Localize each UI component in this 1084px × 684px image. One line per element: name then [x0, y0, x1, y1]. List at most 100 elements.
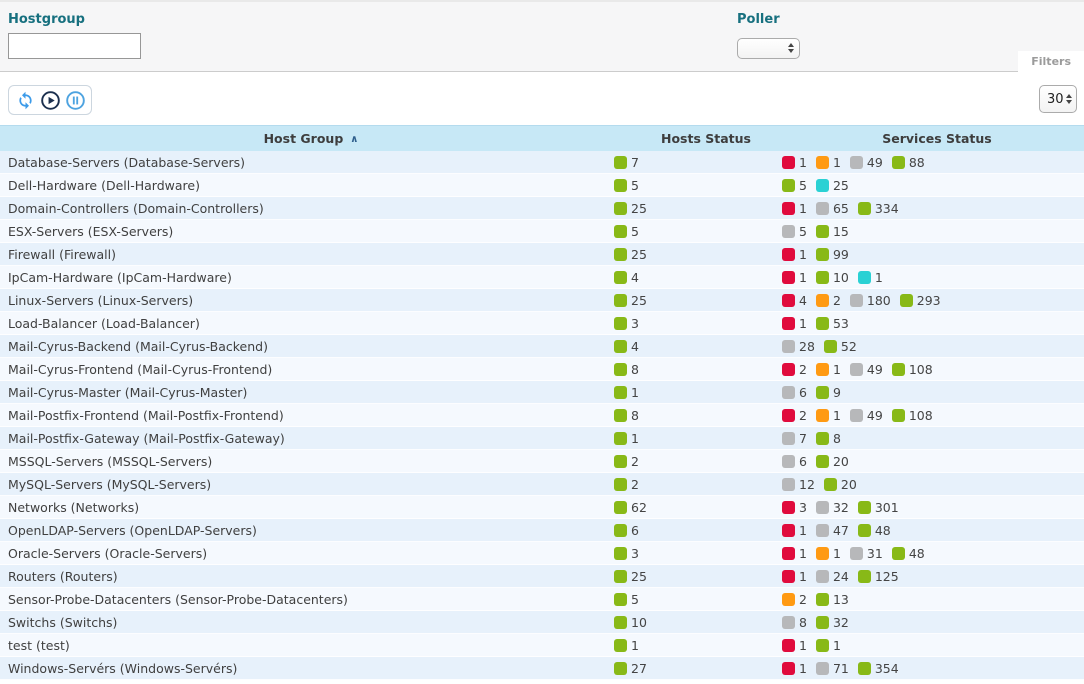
status-badge-unknown[interactable]: 31 [850, 546, 883, 561]
status-badge-ok[interactable]: 2 [614, 454, 639, 469]
status-badge-ok[interactable]: 2 [614, 477, 639, 492]
status-badge-warning[interactable]: 2 [816, 293, 841, 308]
hostgroup-name-link[interactable]: MySQL-Servers (MySQL-Servers) [0, 477, 614, 492]
status-badge-ok[interactable]: 8 [614, 362, 639, 377]
hostgroup-name-link[interactable]: Firewall (Firewall) [0, 247, 614, 262]
status-badge-critical[interactable]: 1 [782, 155, 807, 170]
status-badge-ok[interactable]: 6 [614, 523, 639, 538]
status-badge-ok[interactable]: 20 [824, 477, 857, 492]
status-badge-ok[interactable]: 334 [858, 201, 899, 216]
hostgroup-name-link[interactable]: Routers (Routers) [0, 569, 614, 584]
status-badge-ok[interactable]: 5 [614, 178, 639, 193]
status-badge-critical[interactable]: 1 [782, 316, 807, 331]
hostgroup-name-link[interactable]: Mail-Cyrus-Frontend (Mail-Cyrus-Frontend… [0, 362, 614, 377]
status-badge-ok[interactable]: 7 [614, 155, 639, 170]
status-badge-ok[interactable]: 1 [614, 385, 639, 400]
status-badge-ok[interactable]: 5 [614, 224, 639, 239]
filters-tab[interactable]: Filters [1018, 51, 1084, 72]
status-badge-ok[interactable]: 10 [816, 270, 849, 285]
status-badge-ok[interactable]: 48 [892, 546, 925, 561]
status-badge-critical[interactable]: 2 [782, 408, 807, 423]
status-badge-critical[interactable]: 4 [782, 293, 807, 308]
status-badge-ok[interactable]: 108 [892, 362, 933, 377]
status-badge-unknown[interactable]: 47 [816, 523, 849, 538]
status-badge-unknown[interactable]: 6 [782, 454, 807, 469]
status-badge-unknown[interactable]: 180 [850, 293, 891, 308]
status-badge-unknown[interactable]: 49 [850, 155, 883, 170]
refresh-icon[interactable] [14, 89, 36, 111]
status-badge-unknown[interactable]: 28 [782, 339, 815, 354]
status-badge-ok[interactable]: 293 [900, 293, 941, 308]
status-badge-ok[interactable]: 25 [614, 201, 647, 216]
column-header-hosts-status[interactable]: Hosts Status [622, 131, 790, 146]
status-badge-critical[interactable]: 1 [782, 546, 807, 561]
status-badge-critical[interactable]: 1 [782, 201, 807, 216]
status-badge-ok[interactable]: 48 [858, 523, 891, 538]
status-badge-ok[interactable]: 62 [614, 500, 647, 515]
status-badge-ok[interactable]: 10 [614, 615, 647, 630]
hostgroup-name-link[interactable]: OpenLDAP-Servers (OpenLDAP-Servers) [0, 523, 614, 538]
page-size-select[interactable]: 30 [1039, 85, 1077, 113]
status-badge-ok[interactable]: 8 [614, 408, 639, 423]
status-badge-pending[interactable]: 25 [816, 178, 849, 193]
status-badge-ok[interactable]: 25 [614, 247, 647, 262]
hostgroup-name-link[interactable]: Mail-Cyrus-Backend (Mail-Cyrus-Backend) [0, 339, 614, 354]
status-badge-ok[interactable]: 4 [614, 270, 639, 285]
status-badge-ok[interactable]: 3 [614, 316, 639, 331]
status-badge-ok[interactable]: 99 [816, 247, 849, 262]
status-badge-ok[interactable]: 32 [816, 615, 849, 630]
status-badge-unknown[interactable]: 5 [782, 224, 807, 239]
hostgroup-name-link[interactable]: MSSQL-Servers (MSSQL-Servers) [0, 454, 614, 469]
status-badge-critical[interactable]: 1 [782, 638, 807, 653]
status-badge-critical[interactable]: 1 [782, 569, 807, 584]
status-badge-unknown[interactable]: 32 [816, 500, 849, 515]
status-badge-critical[interactable]: 2 [782, 362, 807, 377]
hostgroup-name-link[interactable]: ESX-Servers (ESX-Servers) [0, 224, 614, 239]
status-badge-ok[interactable]: 25 [614, 569, 647, 584]
status-badge-ok[interactable]: 354 [858, 661, 899, 676]
status-badge-unknown[interactable]: 7 [782, 431, 807, 446]
hostgroup-name-link[interactable]: Switchs (Switchs) [0, 615, 614, 630]
pause-icon[interactable] [64, 89, 86, 111]
hostgroup-name-link[interactable]: Mail-Cyrus-Master (Mail-Cyrus-Master) [0, 385, 614, 400]
status-badge-ok[interactable]: 1 [816, 638, 841, 653]
status-badge-unknown[interactable]: 6 [782, 385, 807, 400]
status-badge-pending[interactable]: 1 [858, 270, 883, 285]
hostgroup-name-link[interactable]: Domain-Controllers (Domain-Controllers) [0, 201, 614, 216]
status-badge-ok[interactable]: 20 [816, 454, 849, 469]
status-badge-unknown[interactable]: 65 [816, 201, 849, 216]
status-badge-ok[interactable]: 25 [614, 293, 647, 308]
status-badge-ok[interactable]: 53 [816, 316, 849, 331]
play-icon[interactable] [39, 89, 61, 111]
column-header-services-status[interactable]: Services Status [790, 131, 1084, 146]
status-badge-ok[interactable]: 8 [816, 431, 841, 446]
status-badge-critical[interactable]: 1 [782, 270, 807, 285]
status-badge-critical[interactable]: 1 [782, 661, 807, 676]
hostgroup-name-link[interactable]: Windows-Servérs (Windows-Servérs) [0, 661, 614, 676]
status-badge-ok[interactable]: 52 [824, 339, 857, 354]
status-badge-critical[interactable]: 3 [782, 500, 807, 515]
status-badge-warning[interactable]: 1 [816, 546, 841, 561]
status-badge-ok[interactable]: 13 [816, 592, 849, 607]
status-badge-ok[interactable]: 125 [858, 569, 899, 584]
status-badge-ok[interactable]: 88 [892, 155, 925, 170]
status-badge-warning[interactable]: 2 [782, 592, 807, 607]
status-badge-ok[interactable]: 5 [614, 592, 639, 607]
status-badge-ok[interactable]: 301 [858, 500, 899, 515]
status-badge-ok[interactable]: 1 [614, 638, 639, 653]
status-badge-ok[interactable]: 9 [816, 385, 841, 400]
status-badge-warning[interactable]: 1 [816, 155, 841, 170]
status-badge-warning[interactable]: 1 [816, 362, 841, 377]
status-badge-unknown[interactable]: 49 [850, 408, 883, 423]
hostgroup-name-link[interactable]: test (test) [0, 638, 614, 653]
status-badge-ok[interactable]: 4 [614, 339, 639, 354]
status-badge-critical[interactable]: 1 [782, 523, 807, 538]
status-badge-ok[interactable]: 108 [892, 408, 933, 423]
status-badge-unknown[interactable]: 12 [782, 477, 815, 492]
hostgroup-name-link[interactable]: Dell-Hardware (Dell-Hardware) [0, 178, 614, 193]
hostgroup-name-link[interactable]: Load-Balancer (Load-Balancer) [0, 316, 614, 331]
status-badge-ok[interactable]: 15 [816, 224, 849, 239]
status-badge-ok[interactable]: 1 [614, 431, 639, 446]
hostgroup-name-link[interactable]: Sensor-Probe-Datacenters (Sensor-Probe-D… [0, 592, 614, 607]
hostgroup-name-link[interactable]: Database-Servers (Database-Servers) [0, 155, 614, 170]
